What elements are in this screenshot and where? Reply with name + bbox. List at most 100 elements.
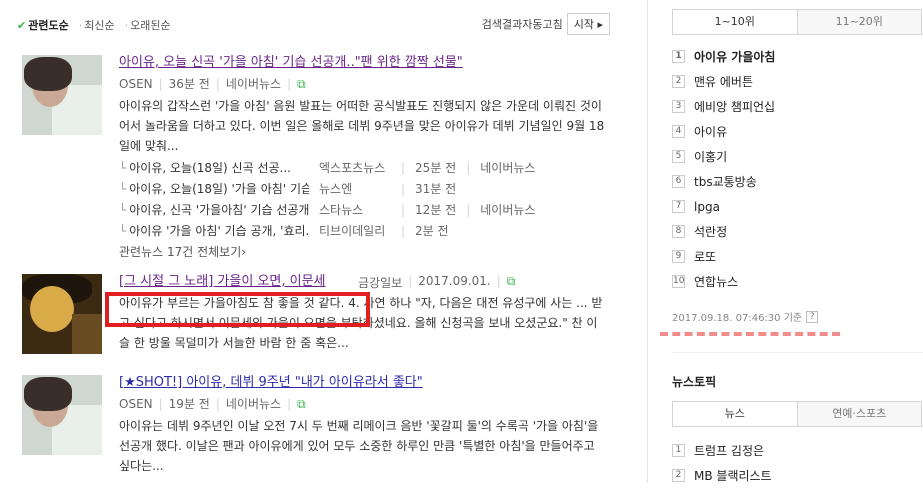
rank-item[interactable]: 8 석란정: [672, 219, 902, 244]
auto-refresh-start-button[interactable]: 시작 ▸: [566, 13, 610, 35]
article-source[interactable]: OSEN: [119, 396, 153, 412]
related-source[interactable]: 엑스포츠뉴스: [319, 158, 391, 179]
article-time: 36분 전: [168, 77, 210, 91]
timestamp-text: 2017.09.18. 07:46:30 기준: [672, 313, 803, 324]
rank-number: 7: [672, 200, 685, 213]
related-source[interactable]: 뉴스엔: [319, 179, 391, 200]
sort-oldest-label: 오래된순: [130, 19, 171, 32]
tab-news[interactable]: 뉴스: [673, 402, 798, 426]
topic-item[interactable]: 2 MB 블랙리스트: [672, 463, 902, 488]
rank-number: 2: [672, 75, 685, 88]
related-item[interactable]: 아이유, 오늘(18일) 신곡 선공...엑스포츠뉴스|25분 전|네이버뉴스: [119, 158, 608, 179]
rank-item[interactable]: 6 tbs교통방송: [672, 169, 902, 194]
rank-keyword[interactable]: 연합뉴스: [694, 273, 738, 290]
rank-keyword[interactable]: tbs교통방송: [694, 173, 757, 190]
section-divider: [672, 352, 923, 353]
play-icon: ▸: [597, 18, 603, 31]
related-news: 아이유, 오늘(18일) 신곡 선공...엑스포츠뉴스|25분 전|네이버뉴스 …: [119, 158, 608, 242]
tab-rank-1-10[interactable]: 1~10위: [673, 10, 798, 34]
related-source[interactable]: 스타뉴스: [319, 200, 391, 221]
auto-refresh-label: 검색결과자동고침: [481, 18, 563, 31]
rank-keyword[interactable]: 로또: [694, 248, 716, 265]
rank-keyword[interactable]: 아이유 가을아침: [694, 48, 775, 65]
article-thumbnail[interactable]: [22, 274, 102, 354]
article-thumbnail[interactable]: [22, 55, 102, 135]
rank-number: 8: [672, 225, 685, 238]
rank-keyword[interactable]: 맨유 에버튼: [694, 73, 753, 90]
related-more-link[interactable]: 관련뉴스 17건 전체보기›: [119, 242, 608, 262]
article-thumbnail[interactable]: [22, 375, 102, 455]
related-time: 12분 전: [415, 203, 457, 217]
check-icon: ✔: [17, 19, 27, 32]
sidebar: 1~10위 11~20위 1 아이유 가을아침 2 맨유 에버튼 3 에비앙 챔피언십…: [648, 0, 923, 483]
rank-number: 4: [672, 125, 685, 138]
related-title[interactable]: 아이유, 신곡 '가을아침' 기습 선공개...: [119, 200, 309, 221]
rank-number: 9: [672, 250, 685, 263]
article-source[interactable]: 금강일보: [358, 274, 402, 291]
related-title[interactable]: 아이유, 오늘(18일) 신곡 선공...: [119, 158, 309, 179]
related-item[interactable]: 아이유, 오늘(18일) '가을 아침' 기습...뉴스엔|31분 전: [119, 179, 608, 200]
help-icon[interactable]: ?: [806, 310, 819, 323]
news-topic-heading: 뉴스토픽: [672, 375, 717, 389]
start-label: 시작: [573, 18, 594, 31]
related-item[interactable]: 아이유 '가을 아침' 기습 공개, '효리...티브이데일리|2분 전: [119, 221, 608, 242]
article-meta: OSEN | 19분 전 | 네이버뉴스 | ⧉: [119, 396, 306, 412]
article-title[interactable]: [★SHOT!] 아이유, 데뷔 9주년 "내가 아이유라서 좋다": [119, 375, 423, 390]
rank-item[interactable]: 3 에비앙 챔피언십: [672, 94, 902, 119]
related-via[interactable]: 네이버뉴스: [480, 200, 535, 221]
sort-options: ✔ 관련도순 · 최신순 · 오래된순: [17, 17, 171, 33]
related-time: 2분 전: [415, 224, 449, 238]
article-source[interactable]: OSEN: [119, 76, 153, 92]
related-time: 25분 전: [415, 161, 457, 175]
rank-number: 6: [672, 175, 685, 188]
rank-number: 10: [672, 275, 685, 288]
rank-item[interactable]: 1 아이유 가을아침: [672, 44, 902, 69]
external-link-icon[interactable]: ⧉: [297, 396, 306, 412]
related-title[interactable]: 아이유, 오늘(18일) '가을 아침' 기습...: [119, 179, 309, 200]
rank-tabs: 1~10위 11~20위: [672, 9, 922, 35]
rank-number: 5: [672, 150, 685, 163]
rank-keyword[interactable]: 이홍기: [694, 148, 727, 165]
topic-tabs: 뉴스 연예·스포츠: [672, 401, 922, 427]
sort-relevance[interactable]: ✔ 관련도순: [17, 17, 69, 33]
article-time: 2017.09.01.: [418, 274, 491, 288]
article-title[interactable]: [그 시절 그 노래] 가을이 오면, 이문세: [119, 274, 326, 289]
rank-keyword[interactable]: 에비앙 챔피언십: [694, 98, 775, 115]
related-title[interactable]: 아이유 '가을 아침' 기습 공개, '효리...: [119, 221, 309, 242]
dashed-divider: [660, 332, 840, 336]
rank-keyword[interactable]: 석란정: [694, 223, 727, 240]
topic-number: 2: [672, 469, 685, 482]
naver-news-link[interactable]: 네이버뉴스: [226, 76, 281, 92]
related-item[interactable]: 아이유, 신곡 '가을아침' 기습 선공개...스타뉴스|12분 전|네이버뉴스: [119, 200, 608, 221]
sort-relevance-label: 관련도순: [28, 19, 69, 32]
rank-item[interactable]: 2 맨유 에버튼: [672, 69, 902, 94]
related-via[interactable]: 네이버뉴스: [480, 158, 535, 179]
topic-item[interactable]: 1 트럼프 김정은: [672, 438, 902, 463]
sort-latest-label: 최신순: [84, 19, 115, 32]
rank-item[interactable]: 10 연합뉴스: [672, 269, 902, 294]
sort-oldest[interactable]: · 오래된순: [125, 17, 171, 33]
article-time: 19분 전: [168, 397, 210, 411]
article-description: 아이유는 데뷔 9주년인 이날 오전 7시 두 번째 리메이크 음반 '꽃갈피 …: [119, 419, 599, 473]
dot-icon: ·: [124, 19, 129, 32]
tab-rank-11-20[interactable]: 11~20위: [797, 10, 921, 34]
rank-item[interactable]: 4 아이유: [672, 119, 902, 144]
naver-news-link[interactable]: 네이버뉴스: [226, 396, 281, 412]
rank-item[interactable]: 7 lpga: [672, 194, 902, 219]
external-link-icon[interactable]: ⧉: [297, 76, 306, 92]
article-title[interactable]: 아이유, 오늘 신곡 '가을 아침' 기습 선공개.."팬 위한 깜짝 선물": [119, 55, 463, 70]
rank-number: 3: [672, 100, 685, 113]
article-description: 아이유의 갑작스런 '가을 아침' 음원 발표는 어떠한 공식발표도 진행되지 …: [119, 99, 605, 153]
tab-entertainment-sports[interactable]: 연예·스포츠: [797, 402, 921, 426]
related-source[interactable]: 티브이데일리: [319, 221, 391, 242]
rank-item[interactable]: 5 이홍기: [672, 144, 902, 169]
sort-latest[interactable]: · 최신순: [79, 17, 115, 33]
topic-keyword[interactable]: 트럼프 김정은: [694, 442, 764, 459]
rank-keyword[interactable]: 아이유: [694, 123, 727, 140]
external-link-icon[interactable]: ⧉: [507, 274, 516, 291]
search-results: ✔ 관련도순 · 최신순 · 오래된순 검색결과자동고침 시작 ▸ 아이유, 오늘 신…: [0, 0, 622, 483]
rank-keyword[interactable]: lpga: [694, 200, 720, 214]
topic-keyword[interactable]: MB 블랙리스트: [694, 467, 772, 484]
rank-item[interactable]: 9 로또: [672, 244, 902, 269]
related-time: 31분 전: [415, 182, 457, 196]
